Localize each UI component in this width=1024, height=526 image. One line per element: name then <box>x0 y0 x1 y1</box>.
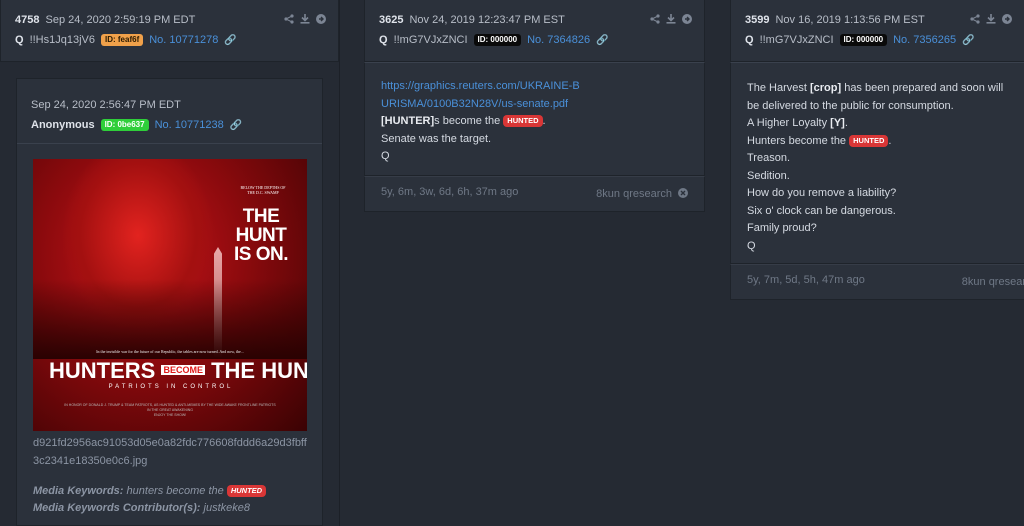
post-source[interactable]: 8kun qresear <box>962 276 1024 288</box>
link-icon[interactable]: 🔗 <box>962 35 974 46</box>
id-badge: ID: 000000 <box>473 34 522 46</box>
close-circle-icon[interactable] <box>678 187 688 201</box>
quoted-post-author: Anonymous <box>31 119 95 131</box>
post-author: Q <box>15 34 24 46</box>
post-text: The Harvest <box>747 82 810 94</box>
post-text-bold: [Y] <box>830 117 845 129</box>
id-badge: ID: 0be637 <box>100 119 149 131</box>
poster-credits-line: IN HONOR OF DONALD J. TRUMP & TEAM PATRI… <box>64 403 276 412</box>
id-badge: ID: 000000 <box>839 34 888 46</box>
post-header: 3625 Nov 24, 2019 12:23:47 PM EST Q !!mG… <box>364 0 705 62</box>
share-icon[interactable] <box>970 13 980 27</box>
keywords-value: hunters become the <box>126 485 224 497</box>
media-keywords: Media Keywords: hunters become the HUNTE… <box>33 483 307 517</box>
post-age: 5y, 7m, 5d, 5h, 47m ago <box>747 274 865 286</box>
poster-tagline-2: PATRIOTS IN CONTROL <box>108 384 234 390</box>
poster-headline: THE HUNT IS ON. <box>233 206 289 265</box>
post-text-bold: [HUNTER] <box>381 115 435 127</box>
post-text: How do you remove a liability? <box>747 187 897 199</box>
image-filename[interactable]: d921fd2956ac91053d05e0a82fdc776608fddd6a… <box>33 434 307 470</box>
quoted-post: Sep 24, 2020 2:56:47 PM EDT Anonymous ID… <box>16 78 323 526</box>
quoted-post-date: Sep 24, 2020 2:56:47 PM EDT <box>31 99 181 111</box>
post-text: Treason. <box>747 152 791 164</box>
hunted-badge: HUNTED <box>849 134 889 147</box>
post-text: Q <box>381 150 390 162</box>
post-number: 3625 <box>379 14 404 26</box>
post-number: 3599 <box>745 14 770 26</box>
tripcode: !!mG7VJxZNCI <box>759 34 834 46</box>
poster-title: HUNTERS BECOME THE HUNTED <box>49 358 307 383</box>
post-text: . <box>844 117 848 129</box>
post-text: . <box>542 115 546 127</box>
post-header: 3599 Nov 16, 2019 1:13:56 PM EST Q !!mG7… <box>730 0 1024 62</box>
post-date: Nov 24, 2019 12:23:47 PM EST <box>409 14 565 26</box>
post-age: 5y, 6m, 3w, 6d, 6h, 37m ago <box>381 186 519 198</box>
post-number: 4758 <box>15 14 40 26</box>
post-header: 4758 Sep 24, 2020 2:59:19 PM EDT Q !!Hs1… <box>0 0 339 62</box>
post-text: Six o' clock can be dangerous. <box>747 204 896 217</box>
post-column-1: 4758 Sep 24, 2020 2:59:19 PM EDT Q !!Hs1… <box>0 0 339 526</box>
share-icon[interactable] <box>650 13 660 27</box>
post-text: A Higher Loyalty <box>747 117 831 129</box>
post-author: Q <box>745 34 754 46</box>
download-icon[interactable] <box>300 13 310 27</box>
post-body: The Harvest [crop] has been prepared and… <box>730 62 1024 264</box>
post-footer: 5y, 6m, 3w, 6d, 6h, 37m ago 8kun qresear… <box>364 176 705 212</box>
poster-title-left: HUNTERS <box>49 358 156 383</box>
post-text: . <box>888 134 892 147</box>
link-icon[interactable]: 🔗 <box>224 35 236 46</box>
download-icon[interactable] <box>986 13 996 27</box>
post-number-link[interactable]: No. 7356265 <box>893 34 956 46</box>
tripcode: !!mG7VJxZNCI <box>393 34 468 46</box>
hunted-badge: HUNTED <box>226 485 267 497</box>
arrow-right-icon[interactable] <box>682 13 692 27</box>
post-source[interactable]: 8kun qresearch <box>596 188 672 200</box>
contributors-label: Media Keywords Contributor(s): <box>33 502 201 514</box>
arrow-right-icon[interactable] <box>316 13 326 27</box>
poster-subline: In the invisible war for the future of o… <box>96 349 244 354</box>
post-footer: 5y, 7m, 5d, 5h, 47m ago 8kun qresear <box>730 264 1024 300</box>
id-badge: ID: feaf6f <box>101 34 144 46</box>
post-date: Nov 16, 2019 1:13:56 PM EST <box>775 14 925 26</box>
poster-credits: IN HONOR OF DONALD J. TRUMP & TEAM PATRI… <box>63 403 277 418</box>
post-text-bold: [crop] <box>809 82 842 94</box>
post-url[interactable]: https://graphics.reuters.com/UKRAINE-BUR… <box>381 80 580 110</box>
divider <box>17 143 322 144</box>
post-text: Family proud? <box>747 222 817 234</box>
share-icon[interactable] <box>284 13 294 27</box>
post-number-link[interactable]: No. 10771278 <box>149 34 218 46</box>
arrow-right-icon[interactable] <box>1002 13 1012 27</box>
post-image[interactable]: BELOW THE DEPTHS OF THE D.C. SWAMP THE H… <box>33 159 307 431</box>
post-author: Q <box>379 34 388 46</box>
post-text: Q <box>747 239 756 252</box>
poster-title-mid: BECOME <box>161 365 205 375</box>
poster-credits-line-2: ENJOY THE SHOW! <box>153 413 187 417</box>
keywords-label: Media Keywords: <box>33 485 124 497</box>
contributors-value: justkeke8 <box>203 502 250 514</box>
download-icon[interactable] <box>666 13 676 27</box>
post-body: https://graphics.reuters.com/UKRAINE-BUR… <box>364 62 705 176</box>
post-text: Sedition. <box>747 169 790 182</box>
poster-title-right: THE HUNTED <box>211 358 307 383</box>
post-date: Sep 24, 2020 2:59:19 PM EDT <box>45 14 196 26</box>
post-text: Hunters become the <box>747 134 850 147</box>
link-icon[interactable]: 🔗 <box>230 120 242 131</box>
post-number-link[interactable]: No. 7364826 <box>527 34 590 46</box>
quoted-post-link[interactable]: No. 10771238 <box>155 119 224 131</box>
post-column-3: 3599 Nov 16, 2019 1:13:56 PM EST Q !!mG7… <box>730 0 1024 300</box>
hunted-badge: HUNTED <box>503 115 543 127</box>
poster-tagline: BELOW THE DEPTHS OF THE D.C. SWAMP <box>240 185 286 195</box>
post-text: Senate was the target. <box>381 132 492 145</box>
post-text: s become the <box>434 115 501 127</box>
column-divider <box>339 0 340 526</box>
tripcode: !!Hs1Jq13jV6 <box>29 34 95 46</box>
link-icon[interactable]: 🔗 <box>596 35 608 46</box>
post-column-2: 3625 Nov 24, 2019 12:23:47 PM EST Q !!mG… <box>364 0 705 212</box>
